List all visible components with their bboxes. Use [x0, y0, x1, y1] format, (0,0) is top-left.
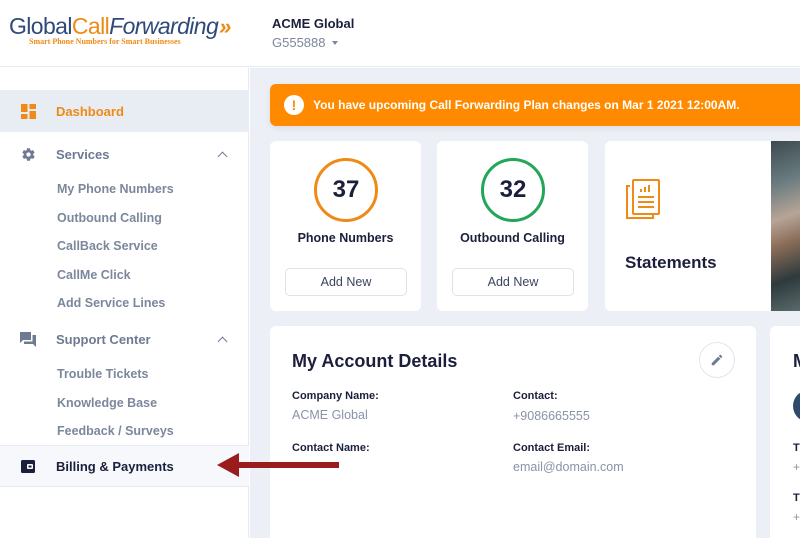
contact-email-value: email@domain.com	[513, 460, 624, 474]
company-name-label: Company Name:	[292, 390, 379, 402]
secondary-card: M T + T +	[770, 326, 800, 538]
sidebar-subitem-outbound-calling[interactable]: Outbound Calling	[57, 211, 162, 225]
sidebar-item-billing-payments[interactable]: Billing & Payments	[0, 445, 249, 487]
logo[interactable]: GlobalCallForwarding» Smart Phone Number…	[9, 14, 231, 46]
statements-card[interactable]: Statements	[605, 141, 780, 311]
sidebar-item-label: Services	[56, 146, 110, 162]
add-outbound-calling-button[interactable]: Add New	[452, 268, 574, 296]
add-phone-number-button[interactable]: Add New	[285, 268, 407, 296]
account-switcher[interactable]: ACME Global G555888	[272, 16, 354, 50]
stat-label: Outbound Calling	[460, 231, 565, 245]
sidebar-item-label: Billing & Payments	[56, 458, 174, 474]
contact-value: +9086665555	[513, 409, 590, 423]
wallet-icon	[20, 458, 36, 474]
chat-icon	[20, 331, 36, 347]
gear-icon	[20, 146, 36, 162]
sidebar: Dashboard Services My Phone Numbers Outb…	[0, 68, 249, 538]
sidebar-item-label: Support Center	[56, 331, 151, 347]
pencil-icon	[711, 354, 723, 366]
statements-label: Statements	[625, 253, 717, 272]
logo-text-forwarding: Forwarding	[109, 13, 219, 39]
exclamation-icon: !	[284, 95, 304, 115]
edit-account-button[interactable]	[699, 342, 735, 378]
secondary-card-label: T	[793, 442, 800, 454]
secondary-card-value: +	[793, 460, 800, 474]
logo-text-global: Global	[9, 13, 72, 39]
account-name: ACME Global	[272, 16, 355, 31]
sidebar-subitem-callme-click[interactable]: CallMe Click	[57, 268, 131, 282]
phone-numbers-count: 37	[314, 158, 378, 222]
contact-email-label: Contact Email:	[513, 442, 591, 454]
secondary-card-value: +	[793, 510, 800, 524]
dashboard-icon	[20, 103, 36, 119]
avatar	[793, 390, 800, 422]
sidebar-subitem-trouble-tickets[interactable]: Trouble Tickets	[57, 367, 148, 381]
account-id-dropdown[interactable]: G555888	[272, 35, 354, 50]
stat-label: Phone Numbers	[297, 231, 394, 245]
outbound-calling-card: 32 Outbound Calling Add New	[437, 141, 588, 311]
top-bar: GlobalCallForwarding» Smart Phone Number…	[0, 0, 800, 67]
company-name-value: ACME Global	[292, 408, 368, 422]
sidebar-subitem-feedback-surveys[interactable]: Feedback / Surveys	[57, 424, 174, 438]
alert-text: You have upcoming Call Forwarding Plan c…	[313, 98, 740, 112]
sidebar-subitem-add-service-lines[interactable]: Add Service Lines	[57, 296, 165, 310]
statements-document-icon	[625, 178, 661, 225]
sidebar-subitem-knowledge-base[interactable]: Knowledge Base	[57, 396, 157, 410]
annotation-arrow	[217, 453, 339, 477]
contact-label: Contact:	[513, 390, 558, 402]
caret-down-icon	[331, 40, 338, 45]
plan-change-alert: ! You have upcoming Call Forwarding Plan…	[270, 84, 800, 126]
promo-photo	[771, 141, 800, 311]
sidebar-item-support-center[interactable]: Support Center	[0, 318, 249, 360]
chevron-up-icon[interactable]	[217, 336, 228, 346]
sidebar-item-dashboard[interactable]: Dashboard	[0, 90, 249, 132]
account-id: G555888	[272, 35, 326, 50]
outbound-calling-count: 32	[481, 158, 545, 222]
logo-chevron-icon: »	[219, 14, 231, 39]
logo-text-call: Call	[71, 13, 110, 39]
account-details-title: My Account Details	[292, 351, 458, 371]
account-details-card: My Account Details Company Name: ACME Gl…	[270, 326, 756, 538]
secondary-card-title: M	[793, 351, 800, 372]
phone-numbers-card: 37 Phone Numbers Add New	[270, 141, 421, 311]
sidebar-item-services[interactable]: Services	[0, 133, 249, 175]
chevron-up-icon[interactable]	[217, 151, 228, 161]
arrow-shape	[217, 453, 339, 477]
secondary-card-label: T	[793, 492, 800, 504]
sidebar-item-label: Dashboard	[56, 103, 124, 119]
sidebar-subitem-callback-service[interactable]: CallBack Service	[57, 239, 158, 253]
sidebar-subitem-my-phone-numbers[interactable]: My Phone Numbers	[57, 182, 174, 196]
